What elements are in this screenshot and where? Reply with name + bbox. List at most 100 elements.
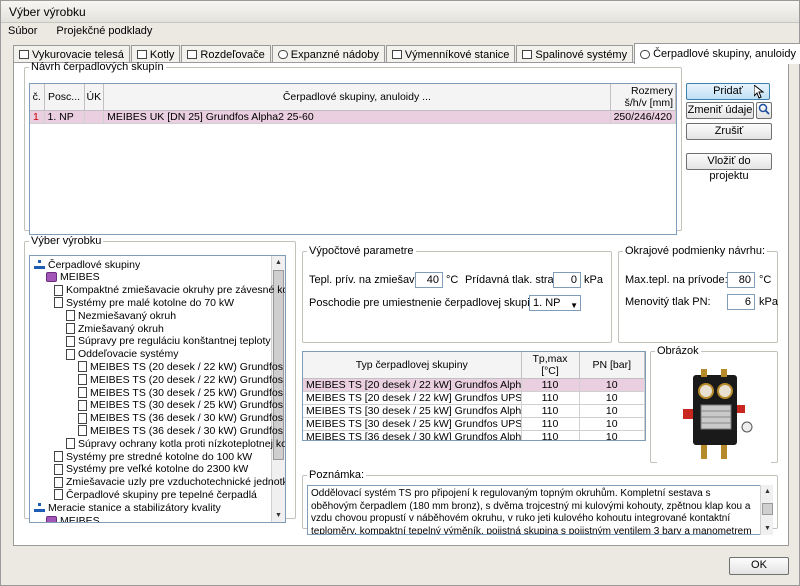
tree-item[interactable]: MEIBES <box>46 271 100 284</box>
boundary-conditions-group: Okrajové podmienky návrhu: Max.tepl. na … <box>618 245 778 343</box>
product-selection-legend: Výber výrobku <box>31 235 102 247</box>
tree-item-label: MEIBES TS (36 desek / 30 kW) Grundfos A <box>90 412 286 425</box>
table-row[interactable]: MEIBES TS [30 desek / 25 kW] Grundfos UP… <box>303 417 645 431</box>
table-row[interactable]: MEIBES TS [20 desek / 22 kW] Grundfos UP… <box>303 391 645 405</box>
product-selection-group: Výber výrobku ▲ ▼ Čerpadlové skupiny MEIB… <box>24 235 296 523</box>
chimney-icon <box>522 50 533 59</box>
network-icon <box>34 259 45 270</box>
col-position[interactable]: Posc... <box>44 84 85 111</box>
table-row[interactable]: MEIBES TS [30 desek / 25 kW] Grundfos Al… <box>303 404 645 418</box>
note-text: Oddělovací systém TS pro připojení k reg… <box>307 485 773 535</box>
tab-pump-groups[interactable]: Čerpadlové skupiny, anuloidy ... <box>634 43 800 64</box>
tree-item[interactable]: Kompaktné zmiešavacie okruhy pre závesné… <box>54 284 285 297</box>
tree-item-label: Zmiešavaný okruh <box>78 322 164 335</box>
search-icon <box>758 103 770 115</box>
tree-item-label: Systémy pre veľké kotolne do 2300 kW <box>66 463 249 476</box>
tree-item-label: Čerpadlové skupiny <box>48 258 141 271</box>
pump-icon <box>640 49 651 59</box>
type-cell: MEIBES TS [30 desek / 25 kW] Grundfos Al… <box>303 404 522 418</box>
search-button[interactable] <box>756 102 772 119</box>
scroll-up-icon[interactable]: ▲ <box>272 256 285 269</box>
table-row[interactable]: MEIBES TS [20 desek / 22 kW] Grundfos Al… <box>303 378 645 392</box>
tpmax-cell: 110 <box>521 391 580 405</box>
tree-item[interactable]: Čerpadlové skupiny pre tepelné čerpadlá <box>54 488 257 501</box>
type-cell: MEIBES TS [20 desek / 22 kW] Grundfos Al… <box>303 378 522 392</box>
menu-file[interactable]: Súbor <box>5 25 40 37</box>
image-group: Obrázok <box>650 345 778 465</box>
max-temp-input[interactable]: 80 <box>727 272 755 288</box>
tree-item-label: Meracie stanice a stabilizátory kvality <box>48 501 221 514</box>
tree-item[interactable]: MEIBES TS (30 desek / 25 kW) Grundfos A <box>78 386 286 399</box>
tree-item[interactable]: Súpravy pre reguláciu konštantnej teplot… <box>66 335 271 348</box>
boiler-icon <box>136 50 147 59</box>
col-number[interactable]: č. <box>30 84 45 111</box>
tree-item[interactable]: Systémy pre malé kotolne do 70 kW <box>54 296 234 309</box>
pn-cell: 10 <box>579 417 645 431</box>
tree-item[interactable]: MEIBES TS (20 desek / 22 kW) Grundfos A <box>78 360 285 373</box>
tpmax-cell: 110 <box>521 430 580 440</box>
calc-params-legend: Výpočtové parametre <box>309 245 414 257</box>
cancel-button[interactable]: Zrušiť <box>686 123 772 140</box>
col-pump-groups[interactable]: Čerpadlové skupiny, anuloidy ... <box>103 84 611 111</box>
tpmax-cell: 110 <box>521 404 580 418</box>
tree-item[interactable]: Oddeľovacie systémy <box>66 348 179 361</box>
tree-item[interactable]: Systémy pre stredné kotolne do 100 kW <box>54 450 252 463</box>
radiator-icon <box>19 50 29 59</box>
insert-into-project-button[interactable]: Vložiť do projektu <box>686 153 772 182</box>
tree-item[interactable]: MEIBES TS (30 desek / 25 kW) Grundfos U <box>78 399 285 412</box>
type-cell: MEIBES TS [36 desek / 30 kW] Grundfos Al… <box>303 430 522 440</box>
pn-cell: 10 <box>579 378 645 392</box>
col-type[interactable]: Typ čerpadlovej skupiny <box>303 352 522 379</box>
supply-temp-input[interactable]: 40 <box>415 272 443 288</box>
tree-item[interactable]: Zmiešavacie uzly pre vzduchotechnické je… <box>54 476 286 489</box>
col-pn[interactable]: PN [bar] <box>579 352 645 379</box>
scroll-down-icon[interactable]: ▼ <box>272 509 285 522</box>
design-group: Návrh čerpadlových skupín č. Posc... ÚK … <box>24 61 682 235</box>
tree-item-label: Zmiešavacie uzly pre vzduchotechnické je… <box>66 476 286 489</box>
doc-icon <box>66 323 75 334</box>
tree-item[interactable]: Súpravy ochrany kotla proti nízkoteplotn… <box>66 437 285 450</box>
scroll-up-icon[interactable]: ▲ <box>761 485 774 498</box>
col-dimensions[interactable]: Rozmery š/h/v [mm] <box>610 84 677 111</box>
pump-type-table[interactable]: Typ čerpadlovej skupiny Tp,max [°C] PN [… <box>302 351 646 441</box>
change-data-button[interactable]: Zmeniť údaje <box>686 102 754 119</box>
product-tree[interactable]: ▲ ▼ Čerpadlové skupiny MEIBES Kompaktné zm… <box>29 255 286 523</box>
tree-item[interactable]: MEIBES TS (36 desek / 30 kW) Grundfos U <box>78 424 285 437</box>
manifold-icon <box>187 50 198 59</box>
tab-panel: Návrh čerpadlových skupín č. Posc... ÚK … <box>13 61 789 546</box>
table-row[interactable]: MEIBES TS [36 desek / 30 kW] Grundfos Al… <box>303 430 645 440</box>
chevron-down-icon: ▼ <box>570 301 578 310</box>
menu-design-docs[interactable]: Projekčné podklady <box>53 25 155 37</box>
pressure-loss-input[interactable]: 0 <box>553 272 581 288</box>
pn-input[interactable]: 6 <box>727 294 755 310</box>
tree-item[interactable]: Čerpadlové skupiny <box>34 258 140 271</box>
table-row[interactable]: 1 1. NP MEIBES UK [DN 25] Grundfos Alpha… <box>30 110 677 124</box>
design-table[interactable]: č. Posc... ÚK Čerpadlové skupiny, anuloi… <box>29 83 677 235</box>
tree-item-label: MEIBES TS (30 desek / 25 kW) Grundfos A <box>90 386 286 399</box>
tree-item[interactable]: MEIBES <box>46 514 100 522</box>
tree-item[interactable]: Systémy pre veľké kotolne do 2300 kW <box>54 463 248 476</box>
tree-item[interactable]: Meracie stanice a stabilizátory kvality <box>34 501 221 514</box>
scroll-down-icon[interactable]: ▼ <box>761 522 774 535</box>
note-box[interactable]: Oddělovací systém TS pro připojení k reg… <box>307 485 773 535</box>
tree-item[interactable]: MEIBES TS (36 desek / 30 kW) Grundfos A <box>78 412 286 425</box>
tree-item[interactable]: Zmiešavaný okruh <box>66 322 164 335</box>
doc-icon <box>66 310 75 322</box>
col-tpmax[interactable]: Tp,max [°C] <box>521 352 580 379</box>
brand-icon <box>46 515 57 522</box>
floor-select[interactable]: 1. NP ▼ <box>529 295 581 311</box>
note-scrollbar[interactable]: ▲ ▼ <box>760 485 773 535</box>
scroll-thumb[interactable] <box>762 503 773 515</box>
calc-params-group: Výpočtové parametre Tepl. prív. na zmieš… <box>302 245 612 343</box>
tree-item-label: Oddeľovacie systémy <box>78 348 179 361</box>
tree-item-label: Systémy pre malé kotolne do 70 kW <box>66 296 235 309</box>
tab-strip: Vykurovacie telesá Kotly Rozdeľovače Exp… <box>13 43 800 64</box>
ok-button[interactable]: OK <box>729 557 789 575</box>
row-uk <box>84 110 105 124</box>
tree-item[interactable]: Nezmiešavaný okruh <box>66 309 176 322</box>
col-uk[interactable]: ÚK <box>84 84 105 111</box>
tpmax-cell: 110 <box>521 417 580 431</box>
tree-item-label: MEIBES <box>60 271 100 284</box>
pn-cell: 10 <box>579 404 645 418</box>
tree-item[interactable]: MEIBES TS (20 desek / 22 kW) Grundfos U <box>78 373 285 386</box>
